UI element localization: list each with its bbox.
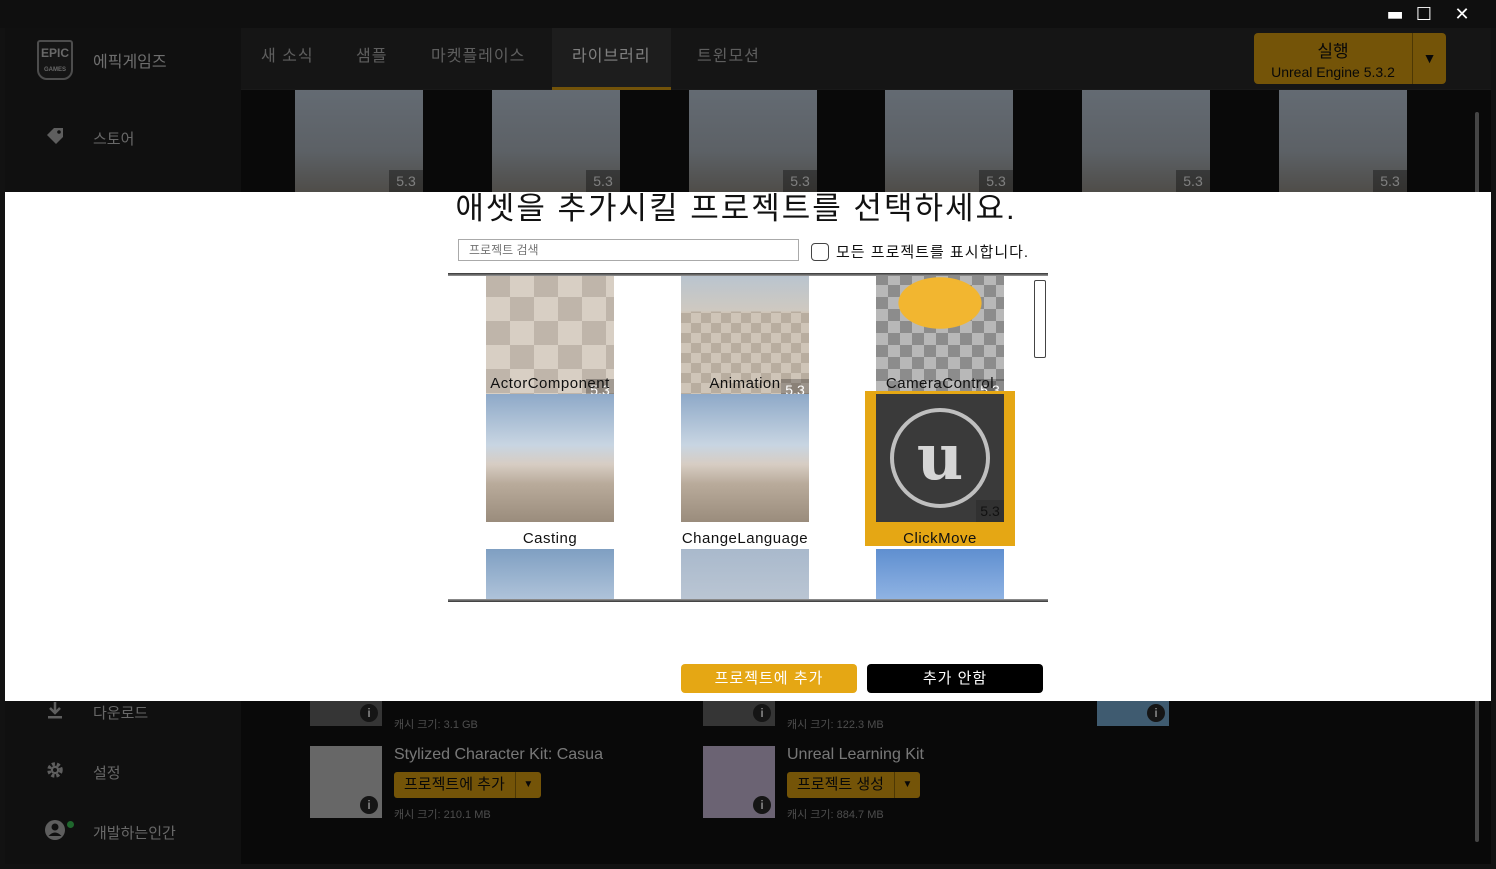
project-tile[interactable]: ChangeLanguage — [670, 394, 820, 549]
grid-top-edge — [448, 273, 1048, 276]
project-thumb — [486, 549, 614, 602]
project-name: CameraControl — [885, 375, 995, 392]
window-titlebar: ▬ ☐ ✕ — [0, 0, 1496, 28]
project-name: ClickMove — [903, 530, 977, 547]
minimize-button[interactable]: ▬ — [1381, 4, 1409, 26]
maximize-button[interactable]: ☐ — [1410, 4, 1438, 26]
show-all-label: 모든 프로젝트를 표시합니다. — [836, 244, 1030, 261]
project-tile[interactable]: Casting — [475, 394, 625, 549]
project-tile[interactable] — [475, 549, 625, 602]
close-button[interactable]: ✕ — [1448, 4, 1476, 26]
cancel-button[interactable]: 추가 안함 — [867, 664, 1043, 693]
project-name: ActorComponent — [490, 375, 610, 392]
project-grid: 5.3 ActorComponent 5.3 Animation 5.3 Cam… — [448, 273, 1048, 602]
project-thumb — [876, 549, 1004, 602]
project-search-input[interactable] — [458, 239, 799, 261]
project-grid-scrollbar[interactable] — [1034, 280, 1046, 358]
project-tile[interactable] — [865, 549, 1015, 602]
add-to-project-button[interactable]: 프로젝트에 추가 — [681, 664, 857, 693]
show-all-checkbox[interactable] — [811, 242, 829, 261]
show-all-projects-toggle[interactable]: 모든 프로젝트를 표시합니다. — [811, 241, 1029, 262]
project-tile-selected[interactable]: u 5.3 ClickMove — [865, 391, 1015, 547]
project-thumb: u 5.3 — [876, 394, 1004, 522]
dialog-title: 애셋을 추가시킬 프로젝트를 선택하세요. — [455, 191, 1017, 226]
project-thumb — [681, 549, 809, 602]
version-badge: 5.3 — [976, 500, 1004, 522]
project-name: Casting — [522, 530, 578, 547]
project-name: Animation — [709, 375, 781, 392]
project-thumb — [681, 394, 809, 522]
grid-bottom-edge — [448, 599, 1048, 602]
project-name: ChangeLanguage — [681, 530, 809, 547]
project-thumb — [486, 394, 614, 522]
unreal-logo-icon: u — [890, 408, 990, 508]
project-tile[interactable] — [670, 549, 820, 602]
launcher-app: EPICGAMES 에픽게임즈 스토어 다운로드 설정 개발하는 — [5, 28, 1491, 864]
select-project-dialog: 애셋을 추가시킬 프로젝트를 선택하세요. 모든 프로젝트를 표시합니다. 5.… — [5, 192, 1491, 701]
